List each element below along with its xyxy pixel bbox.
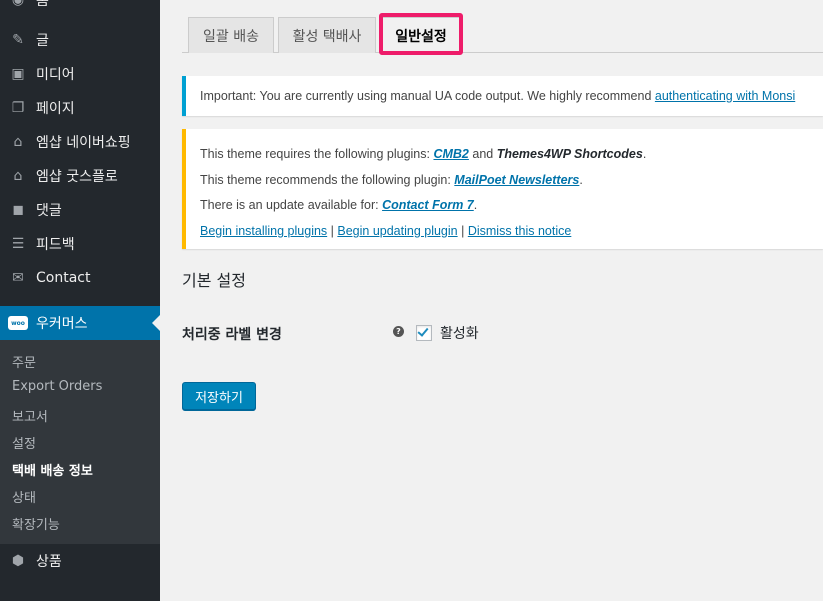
pin-icon: ✎ — [12, 32, 24, 48]
menu-item-contact[interactable]: ✉ Contact — [0, 261, 160, 295]
cmb2-link[interactable]: CMB2 — [433, 147, 468, 161]
tab-bulk-shipping[interactable]: 일괄 배송 — [188, 17, 274, 53]
woo-badge: woo — [8, 316, 28, 330]
menu-item-comments[interactable]: ◼ 댓글 — [0, 193, 160, 227]
dashboard-icon: ◉ — [11, 0, 25, 8]
menu-item-products[interactable]: ⬢ 상품 — [0, 544, 160, 578]
tab-general-settings[interactable]: 일반설정 — [380, 17, 462, 54]
begin-updating-link[interactable]: Begin updating plugin — [337, 224, 457, 238]
contact-form-link[interactable]: Contact Form 7 — [382, 198, 474, 212]
menu-item-woocommerce[interactable]: woo 우커머스 — [0, 306, 160, 340]
notice-line-required: This theme requires the following plugin… — [200, 147, 647, 161]
notice-ua-code: Important: You are currently using manua… — [182, 76, 823, 116]
notice-line-update: There is an update available for: Contac… — [200, 198, 478, 212]
admin-sidebar: ◉ 홈 ✎ 글 ▣ 미디어 ❐ 페이지 ⌂ 엠샵 네이버쇼핑 ⌂ 엠샵 굿스플로… — [0, 0, 160, 601]
submenu-item-shipping-info[interactable]: 택배 배송 정보 — [12, 460, 93, 479]
enable-checkbox-label[interactable]: 활성화 — [440, 323, 479, 343]
woocommerce-submenu: 주문 Export Orders 보고서 설정 택배 배송 정보 상태 확장기능 — [0, 340, 160, 544]
menu-label: 엠샵 굿스플로 — [36, 169, 118, 185]
notice-plugins: This theme requires the following plugin… — [182, 129, 823, 249]
shop-icon: ⌂ — [13, 134, 23, 150]
dismiss-notice-link[interactable]: Dismiss this notice — [468, 224, 572, 238]
submenu-item-export-orders[interactable]: Export Orders — [12, 379, 102, 394]
product-icon: ⬢ — [11, 553, 25, 569]
shop-icon: ⌂ — [13, 168, 23, 184]
enable-checkbox[interactable] — [416, 325, 432, 341]
notice-text: Important: You are currently using manua… — [200, 89, 796, 103]
submenu-item-orders[interactable]: 주문 — [12, 352, 36, 371]
menu-label: 미디어 — [36, 67, 75, 83]
field-label-processing: 처리중 라벨 변경 — [182, 327, 282, 343]
menu-label: 홈 — [36, 0, 49, 9]
mail-icon: ✉ — [12, 270, 24, 286]
comment-icon: ◼ — [12, 202, 24, 218]
page-icon: ❐ — [11, 100, 25, 116]
checkmark-icon — [417, 325, 429, 337]
section-title: 기본 설정 — [182, 271, 246, 290]
save-button[interactable]: 저장하기 — [182, 382, 256, 410]
menu-label: 페이지 — [36, 101, 75, 117]
main-content: 일괄 배송 활성 택배사 일반설정 Important: You are cur… — [160, 0, 823, 601]
submenu-item-settings[interactable]: 설정 — [12, 433, 36, 452]
menu-label: 엠샵 네이버쇼핑 — [36, 135, 131, 151]
feedback-icon: ☰ — [11, 236, 25, 252]
menu-item-mshop-naver[interactable]: ⌂ 엠샵 네이버쇼핑 — [0, 125, 160, 159]
menu-item-feedback[interactable]: ☰ 피드백 — [0, 227, 160, 261]
menu-label: 댓글 — [36, 203, 62, 219]
submenu-item-status[interactable]: 상태 — [12, 487, 36, 506]
themes4wp-name: Themes4WP Shortcodes — [496, 147, 643, 161]
notice-actions: Begin installing plugins | Begin updatin… — [200, 224, 572, 238]
submenu-item-extensions[interactable]: 확장기능 — [12, 514, 60, 533]
menu-item-mshop-goodsflow[interactable]: ⌂ 엠샵 굿스플로 — [0, 159, 160, 193]
media-icon: ▣ — [11, 66, 25, 82]
menu-item-dashboard[interactable]: ◉ 홈 — [0, 0, 160, 17]
help-icon[interactable]: ? — [393, 326, 404, 337]
mailpoet-link[interactable]: MailPoet Newsletters — [454, 173, 579, 187]
menu-item-media[interactable]: ▣ 미디어 — [0, 57, 160, 91]
submenu-item-reports[interactable]: 보고서 — [12, 406, 48, 425]
menu-item-pages[interactable]: ❐ 페이지 — [0, 91, 160, 125]
menu-label: 우커머스 — [36, 316, 88, 332]
menu-item-posts[interactable]: ✎ 글 — [0, 23, 160, 57]
menu-label: 상품 — [36, 554, 62, 570]
woocommerce-icon: woo — [8, 313, 28, 333]
active-arrow-icon — [152, 315, 160, 331]
authenticate-link[interactable]: authenticating with Monsi — [655, 89, 795, 103]
tab-active-couriers[interactable]: 활성 택배사 — [278, 17, 376, 53]
begin-installing-link[interactable]: Begin installing plugins — [200, 224, 327, 238]
menu-label: 피드백 — [36, 237, 75, 253]
notice-line-recommended: This theme recommends the following plug… — [200, 173, 583, 187]
menu-label: 글 — [36, 33, 49, 49]
menu-label: Contact — [36, 270, 91, 286]
